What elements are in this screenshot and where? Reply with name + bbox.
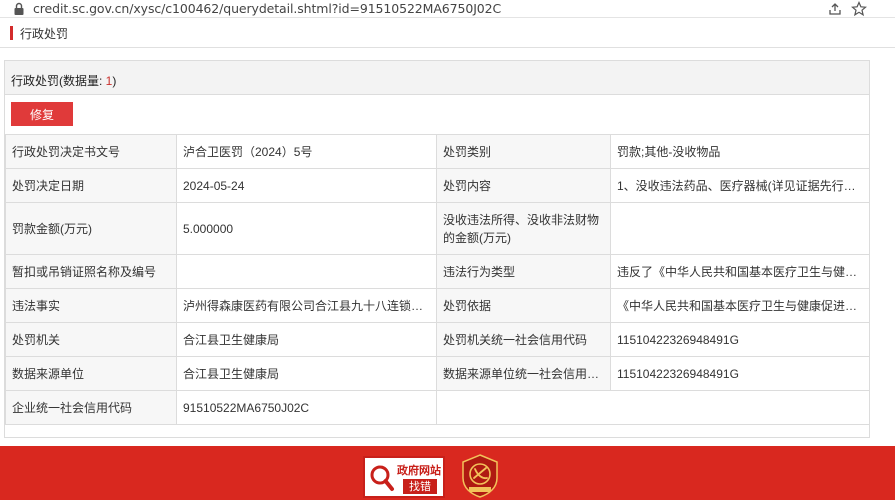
table-row: 行政处罚决定书文号 泸合卫医罚（2024）5号 处罚类别 罚款;其他-没收物品 <box>5 134 870 169</box>
table-row: 违法事实 泸州得森康医药有限公司合江县九十八连锁店未取... 处罚依据 《中华人… <box>5 288 870 323</box>
field-label: 处罚决定日期 <box>5 168 177 203</box>
field-label: 处罚内容 <box>436 168 611 203</box>
party-emblem-icon[interactable] <box>460 454 500 498</box>
penalty-panel: 行政处罚(数据量: 1) 修复 行政处罚决定书文号 泸合卫医罚（2024）5号 … <box>4 60 870 438</box>
field-value: 91510522MA6750J02C <box>176 390 437 425</box>
field-label: 企业统一社会信用代码 <box>5 390 177 425</box>
gov-site-error-report-badge[interactable]: 政府网站 找错 <box>363 456 445 498</box>
field-value <box>610 202 870 255</box>
gov-badge-title: 政府网站 <box>397 464 441 477</box>
magnifier-icon <box>370 465 394 491</box>
field-value: 违反了《中华人民共和国基本医疗卫生与健康促进... <box>610 254 870 289</box>
field-value: 泸合卫医罚（2024）5号 <box>176 134 437 169</box>
section-divider <box>0 47 895 48</box>
field-value: 合江县卫生健康局 <box>176 322 437 357</box>
field-label: 罚款金额(万元) <box>5 202 177 255</box>
table-row: 罚款金额(万元) 5.000000 没收违法所得、没收非法财物的金额(万元) <box>5 202 870 255</box>
field-value <box>176 254 437 289</box>
table-row: 处罚机关 合江县卫生健康局 处罚机关统一社会信用代码 1151042232694… <box>5 322 870 357</box>
field-label: 处罚类别 <box>436 134 611 169</box>
panel-title-suffix: ) <box>112 74 117 88</box>
penalty-detail-table: 行政处罚决定书文号 泸合卫医罚（2024）5号 处罚类别 罚款;其他-没收物品 … <box>5 134 870 425</box>
lock-icon <box>14 2 24 15</box>
field-label: 处罚机关 <box>5 322 177 357</box>
section-header: 行政处罚 <box>10 24 68 42</box>
field-label: 数据来源单位统一社会信用代码 <box>436 356 611 391</box>
field-label: 行政处罚决定书文号 <box>5 134 177 169</box>
field-label: 违法事实 <box>5 288 177 323</box>
table-row: 数据来源单位 合江县卫生健康局 数据来源单位统一社会信用代码 115104223… <box>5 356 870 391</box>
field-label: 违法行为类型 <box>436 254 611 289</box>
panel-title: 行政处罚(数据量: 1) <box>11 72 116 89</box>
empty-cell <box>436 390 870 425</box>
field-value: 《中华人民共和国基本医疗卫生与健康促进法》第... <box>610 288 870 323</box>
field-value: 5.000000 <box>176 202 437 255</box>
field-value: 1、没收违法药品、医疗器械(详见证据先行登记保... <box>610 168 870 203</box>
field-value: 11510422326948491G <box>610 322 870 357</box>
share-icon[interactable] <box>828 2 842 16</box>
table-row: 处罚决定日期 2024-05-24 处罚内容 1、没收违法药品、医疗器械(详见证… <box>5 168 870 203</box>
field-label: 没收违法所得、没收非法财物的金额(万元) <box>436 202 611 255</box>
field-label: 处罚机关统一社会信用代码 <box>436 322 611 357</box>
section-marker <box>10 26 13 40</box>
field-value: 泸州得森康医药有限公司合江县九十八连锁店未取... <box>176 288 437 323</box>
panel-title-prefix: 行政处罚(数据量: <box>11 74 106 88</box>
field-label: 处罚依据 <box>436 288 611 323</box>
field-value: 11510422326948491G <box>610 356 870 391</box>
field-label: 数据来源单位 <box>5 356 177 391</box>
field-value: 2024-05-24 <box>176 168 437 203</box>
table-row: 企业统一社会信用代码 91510522MA6750J02C <box>5 390 870 425</box>
star-icon[interactable] <box>851 1 867 17</box>
panel-header: 行政处罚(数据量: 1) <box>5 61 869 95</box>
url-text[interactable]: credit.sc.gov.cn/xysc/c100462/querydetai… <box>33 1 501 16</box>
gov-badge-subtitle: 找错 <box>403 479 437 494</box>
section-title: 行政处罚 <box>20 26 69 41</box>
table-row: 暂扣或吊销证照名称及编号 违法行为类型 违反了《中华人民共和国基本医疗卫生与健康… <box>5 254 870 289</box>
field-value: 合江县卫生健康局 <box>176 356 437 391</box>
page-footer: 政府网站 找错 <box>0 446 895 500</box>
field-label: 暂扣或吊销证照名称及编号 <box>5 254 177 289</box>
browser-address-bar[interactable]: credit.sc.gov.cn/xysc/c100462/querydetai… <box>0 0 895 18</box>
repair-button[interactable]: 修复 <box>11 102 73 126</box>
field-value: 罚款;其他-没收物品 <box>610 134 870 169</box>
